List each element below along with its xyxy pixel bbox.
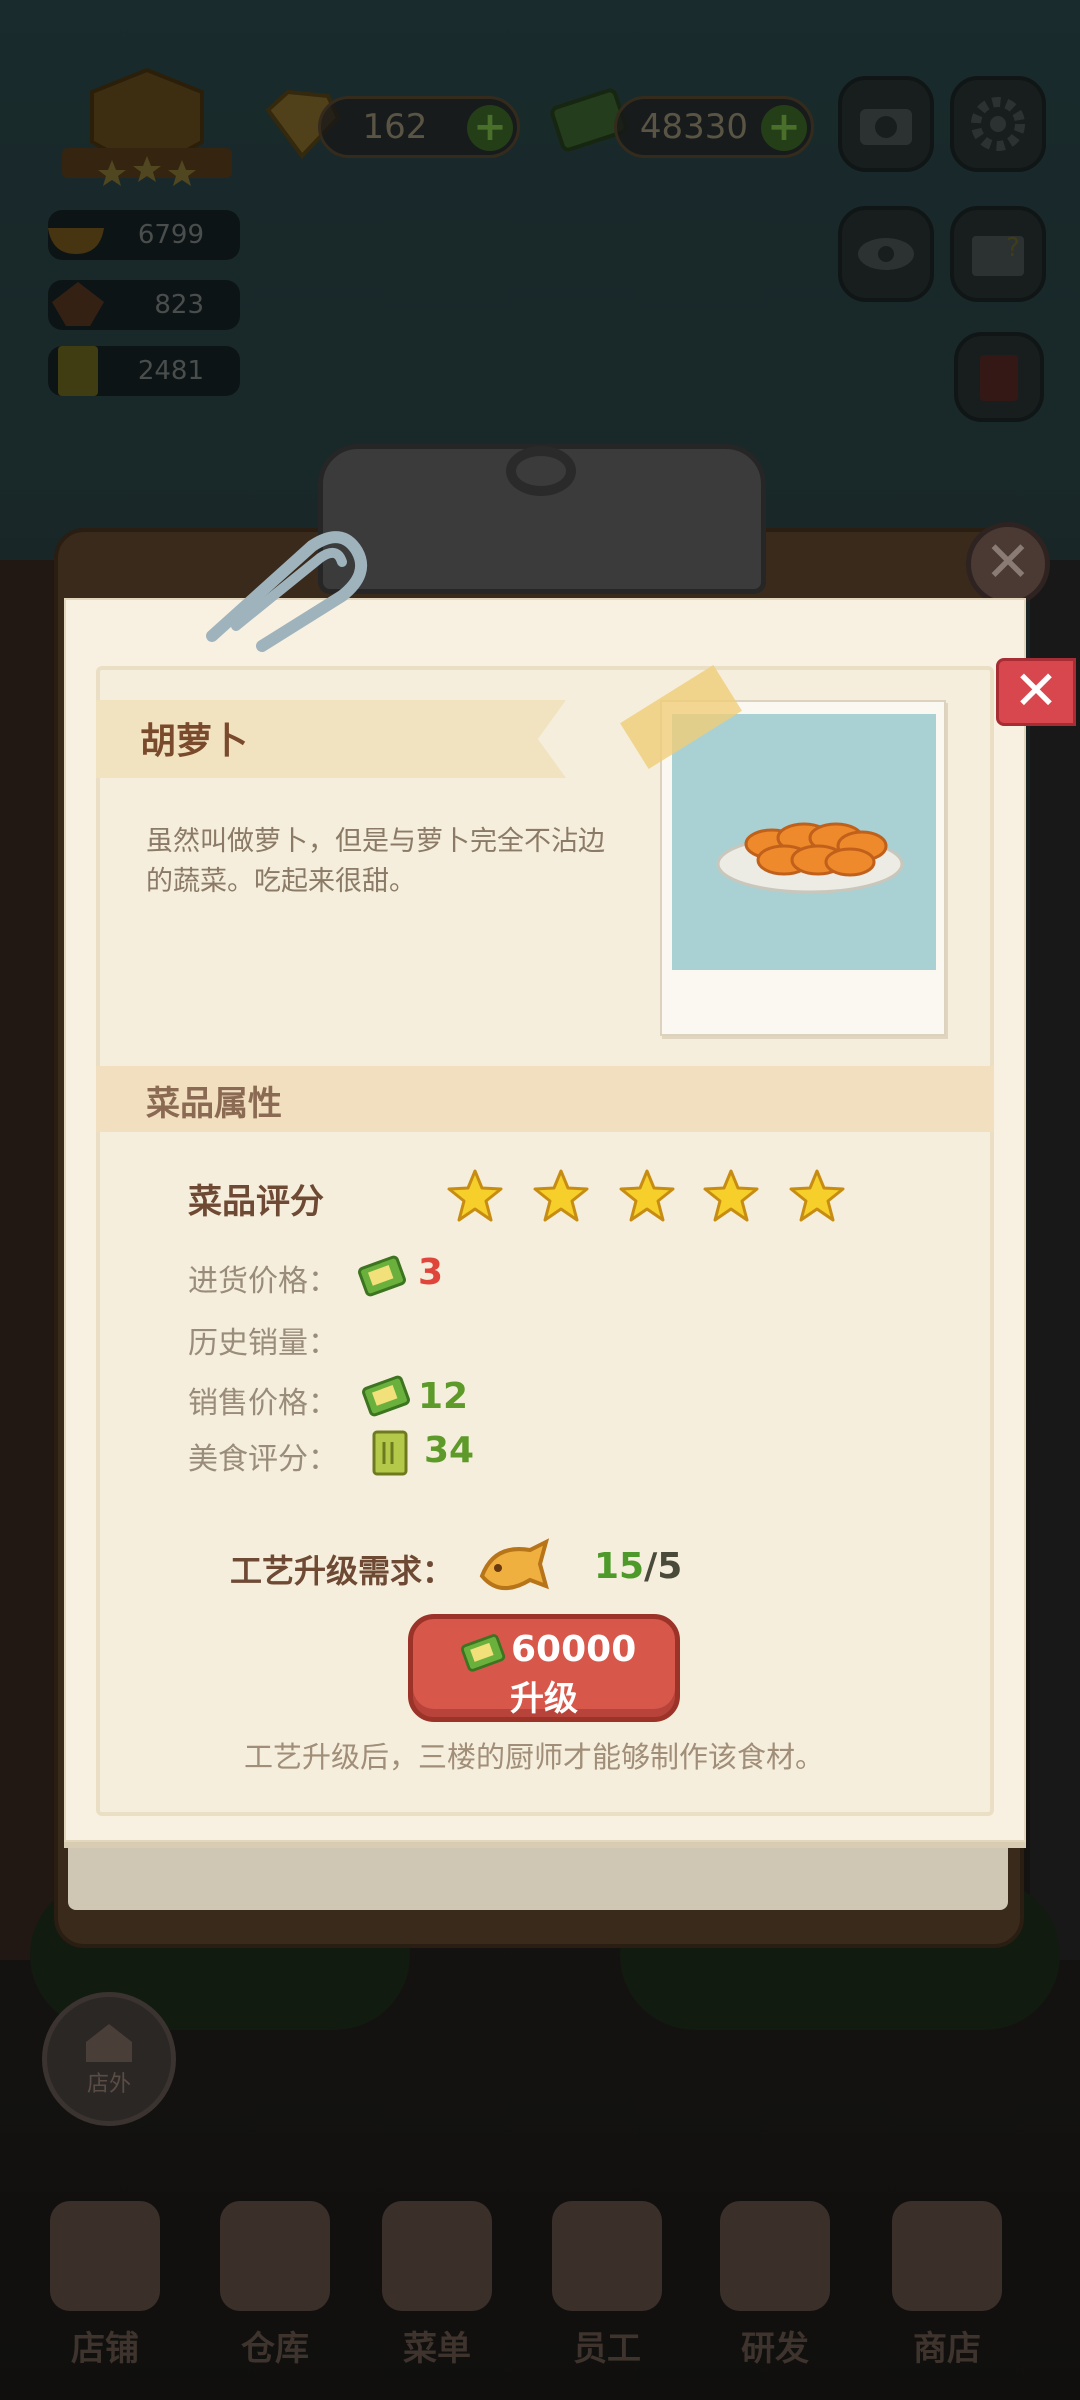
- rating-star-icon: [446, 1168, 504, 1228]
- item-description: 虽然叫做萝卜，但是与萝卜完全不沾边的蔬菜。吃起来很甜。: [146, 826, 605, 897]
- fish-ingredient-icon: [474, 1536, 550, 1606]
- upgrade-button[interactable]: 60000 升级: [408, 1614, 680, 1722]
- cash-icon: [356, 1250, 410, 1304]
- nav-label: 员工: [573, 2329, 641, 2369]
- nav-label: 研发: [741, 2329, 809, 2369]
- nav-item-2[interactable]: 菜单: [362, 2190, 512, 2370]
- nav-item-3[interactable]: 员工: [532, 2190, 682, 2370]
- nav-icon: [892, 2201, 1002, 2311]
- nav-icon: [382, 2201, 492, 2311]
- nav-item-4[interactable]: 研发: [700, 2190, 850, 2370]
- food-rating-value: 34: [424, 1430, 475, 1471]
- sale-price-value: 12: [418, 1376, 469, 1417]
- rating-star-icon: [532, 1168, 590, 1228]
- nav-item-1[interactable]: 仓库: [200, 2190, 350, 2370]
- nav-item-0[interactable]: 店铺: [30, 2190, 180, 2370]
- item-photo-image: [672, 714, 936, 970]
- cash-icon: [360, 1370, 414, 1424]
- paperclip-icon: [192, 526, 372, 660]
- rating-star-icon: [702, 1168, 760, 1228]
- close-button[interactable]: ✕: [996, 658, 1076, 726]
- history-sales-label: 历史销量：: [188, 1326, 338, 1361]
- upgrade-progress: 15/5: [594, 1546, 682, 1587]
- purchase-price-label: 进货价格：: [188, 1264, 338, 1299]
- purchase-price-value: 3: [418, 1252, 444, 1293]
- nav-icon: [220, 2201, 330, 2311]
- sale-price-label: 销售价格：: [188, 1386, 338, 1421]
- nav-label: 仓库: [241, 2329, 309, 2369]
- nav-item-5[interactable]: 商店: [872, 2190, 1022, 2370]
- rating-star-icon: [788, 1168, 846, 1228]
- house-icon: [86, 2024, 132, 2062]
- attributes-section-title: 菜品属性: [146, 1084, 282, 1124]
- outside-label: 店外: [86, 2072, 131, 2097]
- upgrade-need: /5: [644, 1546, 683, 1587]
- dish-rating-label: 菜品评分: [188, 1182, 324, 1222]
- rating-book-icon: [368, 1428, 412, 1482]
- upgrade-cost: 60000: [511, 1629, 637, 1670]
- upgrade-requirement-label: 工艺升级需求：: [230, 1552, 455, 1590]
- carrot-dish-icon: [716, 822, 904, 894]
- item-photo: [660, 700, 946, 1036]
- nav-label: 店铺: [71, 2329, 139, 2369]
- item-title: 胡萝卜: [140, 721, 249, 762]
- upgrade-button-label: 升级: [510, 1679, 578, 1719]
- nav-label: 商店: [913, 2329, 981, 2369]
- nav-icon: [720, 2201, 830, 2311]
- nav-icon: [50, 2201, 160, 2311]
- upgrade-note: 工艺升级后，三楼的厨师才能够制作该食材。: [244, 1740, 825, 1774]
- clipboard-close-button[interactable]: ✕: [966, 522, 1050, 606]
- outside-button[interactable]: 店外: [42, 1992, 176, 2126]
- upgrade-have: 15: [594, 1546, 645, 1587]
- food-rating-label: 美食评分：: [188, 1442, 338, 1477]
- clipboard-clip-ring: [506, 446, 576, 496]
- rating-star-icon: [618, 1168, 676, 1228]
- nav-icon: [552, 2201, 662, 2311]
- nav-label: 菜单: [403, 2329, 471, 2369]
